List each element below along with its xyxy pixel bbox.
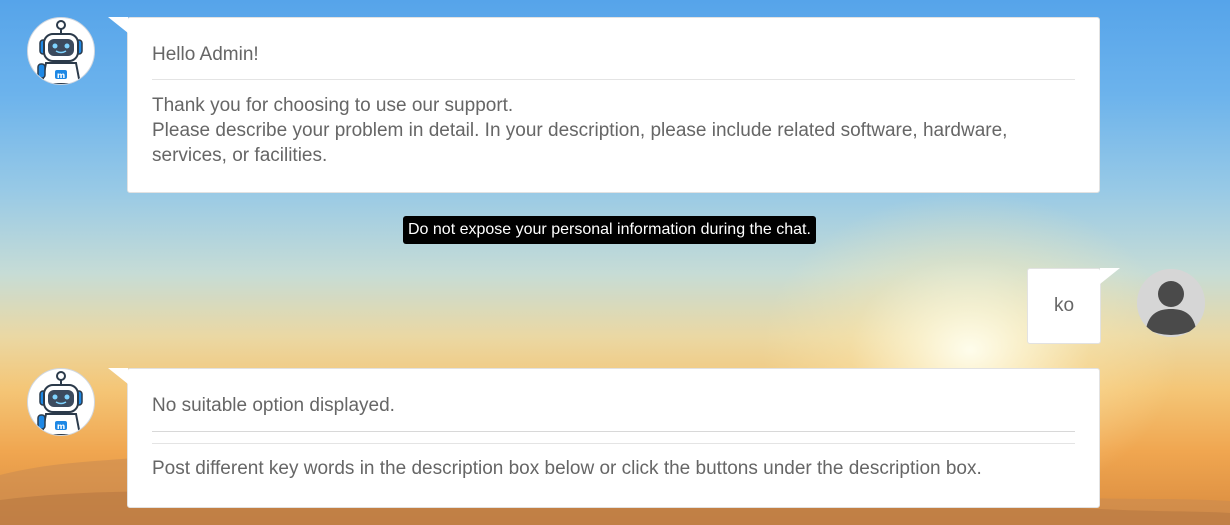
message-divider <box>152 431 1075 432</box>
user-message-text: ko <box>1053 295 1075 316</box>
message-instructions-text: Please describe your problem in detail. … <box>152 120 1008 166</box>
bot-avatar: m <box>27 17 95 85</box>
message-thanks-text: Thank you for choosing to use our suppor… <box>152 95 514 116</box>
user-message: ko <box>1027 268 1120 344</box>
svg-text:m: m <box>57 422 65 431</box>
keyword-hint-text: Post different key words in the descript… <box>152 458 982 479</box>
privacy-notice: Do not expose your personal information … <box>403 216 816 244</box>
bot-message-no-option: No suitable option displayed. Post diffe… <box>108 368 1100 508</box>
svg-text:m: m <box>57 71 65 80</box>
bot-message-welcome: Hello Admin! Thank you for choosing to u… <box>108 17 1100 193</box>
message-divider <box>152 79 1075 80</box>
message-divider <box>152 443 1075 444</box>
user-avatar <box>1137 269 1205 337</box>
no-option-text: No suitable option displayed. <box>152 395 395 416</box>
bot-avatar: m <box>27 368 95 436</box>
robot-avatar-icon: m <box>37 371 83 435</box>
user-avatar-icon <box>1137 269 1205 337</box>
message-greeting: Hello Admin! <box>152 44 259 65</box>
robot-avatar-icon: m <box>37 20 83 84</box>
